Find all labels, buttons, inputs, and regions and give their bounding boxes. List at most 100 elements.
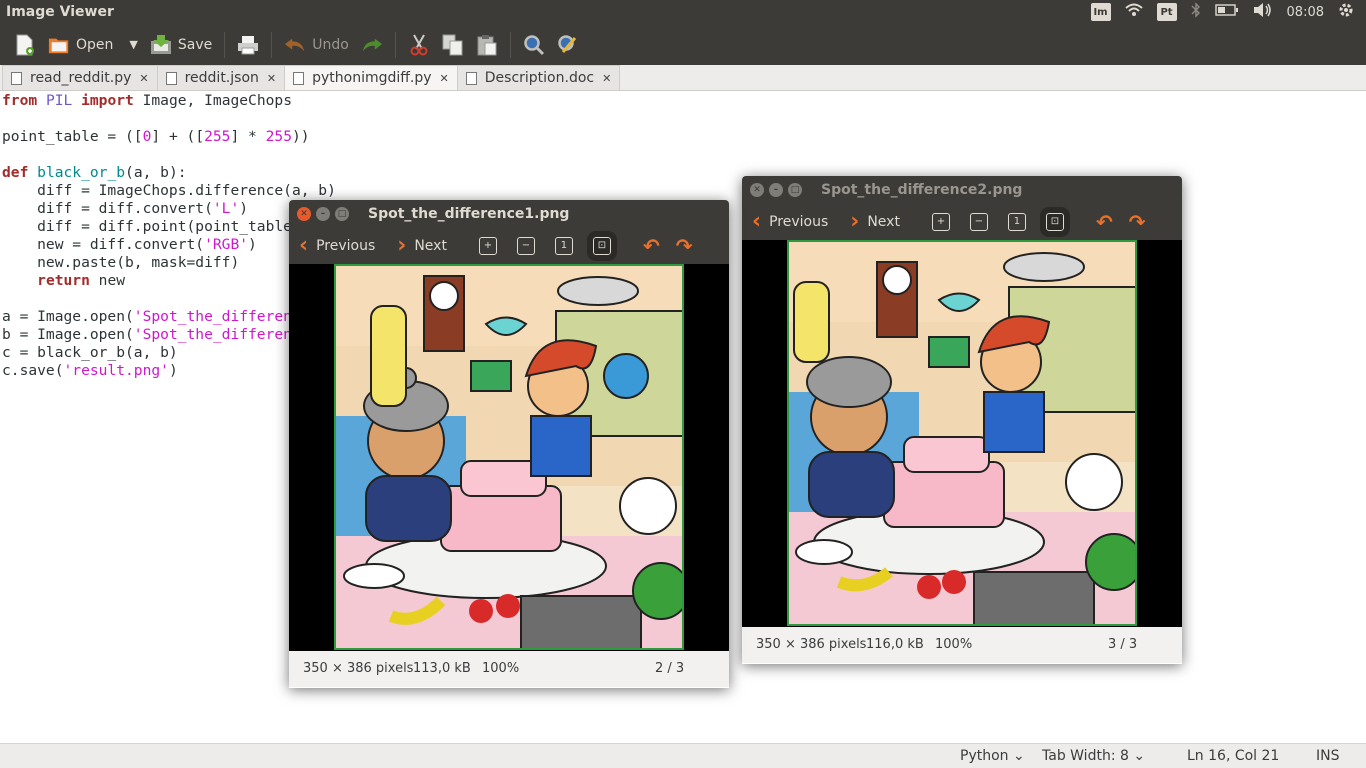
save-button[interactable]: Save — [144, 29, 218, 61]
new-document-button[interactable] — [8, 29, 42, 61]
editor-toolbar: Open ▼ Save Undo — [0, 24, 1366, 65]
find-replace-button[interactable] — [551, 29, 585, 61]
maximize-icon[interactable]: □ — [335, 206, 349, 221]
window-title: Spot_the_difference2.png — [821, 181, 1023, 198]
find-replace-icon — [557, 34, 579, 56]
code-line[interactable]: from PIL import Image, ImageChops — [2, 92, 1366, 110]
close-icon[interactable]: ✕ — [602, 72, 611, 85]
open-button[interactable]: Open ▼ — [42, 29, 144, 61]
next-button[interactable]: › Next — [850, 208, 900, 234]
image-display[interactable] — [289, 264, 729, 651]
next-button[interactable]: › Next — [397, 234, 447, 257]
maximize-icon[interactable]: □ — [788, 182, 802, 197]
zoom-fit-icon[interactable]: ⊡ — [586, 230, 617, 261]
tab-width-selector[interactable]: Tab Width: 8 ⌄ — [1042, 748, 1145, 764]
zoom-in-icon[interactable]: + — [931, 212, 950, 231]
input-method-icon[interactable]: Im — [1090, 3, 1111, 21]
previous-label: Previous — [316, 237, 376, 254]
insert-mode: INS — [1316, 748, 1340, 764]
close-icon[interactable]: ✕ — [139, 72, 148, 85]
top-panel: Image Viewer Im Pt 08:08 — [0, 0, 1366, 24]
code-line[interactable] — [2, 146, 1366, 164]
previous-button[interactable]: ‹ Previous — [752, 208, 829, 234]
image-viewer-window-2[interactable]: ✕ – □ Spot_the_difference2.png ‹ Previous… — [742, 176, 1182, 664]
zoom-out-icon[interactable]: − — [516, 236, 535, 255]
redo-icon — [361, 34, 383, 56]
find-button[interactable] — [517, 29, 551, 61]
tab-label: pythonimgdiff.py — [312, 70, 432, 86]
minimize-icon[interactable]: – — [316, 206, 330, 221]
zoom-normal-icon[interactable]: 1 — [1007, 212, 1026, 231]
gear-icon[interactable] — [1338, 2, 1354, 22]
copy-icon — [442, 34, 464, 56]
indicator-area: Im Pt 08:08 — [1090, 0, 1366, 24]
chevron-down-icon[interactable]: ▼ — [129, 38, 137, 51]
tab-read-reddit[interactable]: read_reddit.py ✕ — [2, 65, 158, 90]
new-document-icon — [14, 34, 36, 56]
viewer-statusbar: 350 × 386 pixels 116,0 kB 100% 3 / 3 — [742, 627, 1182, 663]
paste-button[interactable] — [470, 29, 504, 61]
document-icon — [293, 71, 305, 85]
cartoon-image — [334, 264, 684, 650]
cartoon-image — [787, 240, 1137, 626]
tab-width-label: Tab Width: 8 — [1042, 748, 1129, 764]
minimize-icon[interactable]: – — [769, 182, 783, 197]
previous-button[interactable]: ‹ Previous — [299, 232, 376, 258]
undo-icon — [284, 34, 306, 56]
tab-description-doc[interactable]: Description.doc ✕ — [456, 65, 621, 90]
zoom-in-icon[interactable]: + — [478, 236, 497, 255]
image-display[interactable] — [742, 240, 1182, 627]
rotate-right-icon[interactable]: ↷ — [1129, 210, 1146, 234]
printer-icon — [237, 34, 259, 56]
code-line[interactable]: point_table = ([0] + ([255] * 255)) — [2, 128, 1366, 146]
chevron-left-icon: ‹ — [752, 208, 762, 234]
image-viewer-window-1[interactable]: ✕ – □ Spot_the_difference1.png ‹ Previous… — [289, 200, 729, 688]
clipboard-icon — [476, 34, 498, 56]
close-icon[interactable]: ✕ — [750, 182, 764, 197]
chevron-left-icon: ‹ — [299, 232, 309, 258]
tab-reddit-json[interactable]: reddit.json ✕ — [156, 65, 286, 90]
close-icon[interactable]: ✕ — [267, 72, 276, 85]
previous-label: Previous — [769, 213, 829, 230]
window-titlebar[interactable]: ✕ – □ Spot_the_difference2.png — [742, 176, 1182, 203]
rotate-left-icon[interactable]: ↶ — [643, 234, 660, 258]
file-size: 116,0 kB — [866, 637, 924, 652]
zoom-out-icon[interactable]: − — [969, 212, 988, 231]
rotate-right-icon[interactable]: ↷ — [676, 234, 693, 258]
zoom-fit-icon[interactable]: ⊡ — [1039, 206, 1070, 237]
image-dimensions: 350 × 386 pixels — [756, 637, 867, 652]
battery-icon[interactable] — [1214, 4, 1239, 20]
code-line[interactable] — [2, 110, 1366, 128]
close-icon[interactable]: ✕ — [440, 72, 449, 85]
copy-button[interactable] — [436, 29, 470, 61]
zoom-normal-icon[interactable]: 1 — [554, 236, 573, 255]
save-icon — [150, 34, 172, 56]
language-selector[interactable]: Python ⌄ — [960, 748, 1025, 764]
undo-button[interactable]: Undo — [278, 29, 355, 61]
bluetooth-icon[interactable] — [1191, 2, 1201, 22]
tab-label: read_reddit.py — [30, 70, 132, 86]
document-icon — [11, 71, 22, 85]
wifi-icon[interactable] — [1124, 3, 1143, 21]
tab-pythonimgdiff[interactable]: pythonimgdiff.py ✕ — [284, 65, 458, 90]
toolbar-separator — [509, 31, 511, 58]
volume-icon[interactable] — [1253, 3, 1273, 21]
app-title: Image Viewer — [6, 4, 114, 20]
chevron-right-icon: › — [850, 208, 860, 234]
keyboard-layout-indicator[interactable]: Pt — [1156, 3, 1177, 21]
folder-icon — [48, 34, 70, 56]
open-label: Open — [76, 36, 114, 53]
window-titlebar[interactable]: ✕ – □ Spot_the_difference1.png — [289, 200, 729, 227]
clock[interactable]: 08:08 — [1287, 5, 1324, 20]
window-title: Spot_the_difference1.png — [368, 205, 570, 222]
close-icon[interactable]: ✕ — [297, 206, 311, 221]
document-icon — [165, 71, 177, 85]
tab-label: reddit.json — [184, 70, 259, 86]
search-icon — [523, 34, 545, 56]
redo-button[interactable] — [355, 29, 389, 61]
print-button[interactable] — [231, 29, 265, 61]
image-dimensions: 350 × 386 pixels — [303, 661, 414, 676]
document-tabs: read_reddit.py ✕ reddit.json ✕ pythonimg… — [0, 65, 1366, 91]
rotate-left-icon[interactable]: ↶ — [1096, 210, 1113, 234]
cut-button[interactable] — [402, 29, 436, 61]
